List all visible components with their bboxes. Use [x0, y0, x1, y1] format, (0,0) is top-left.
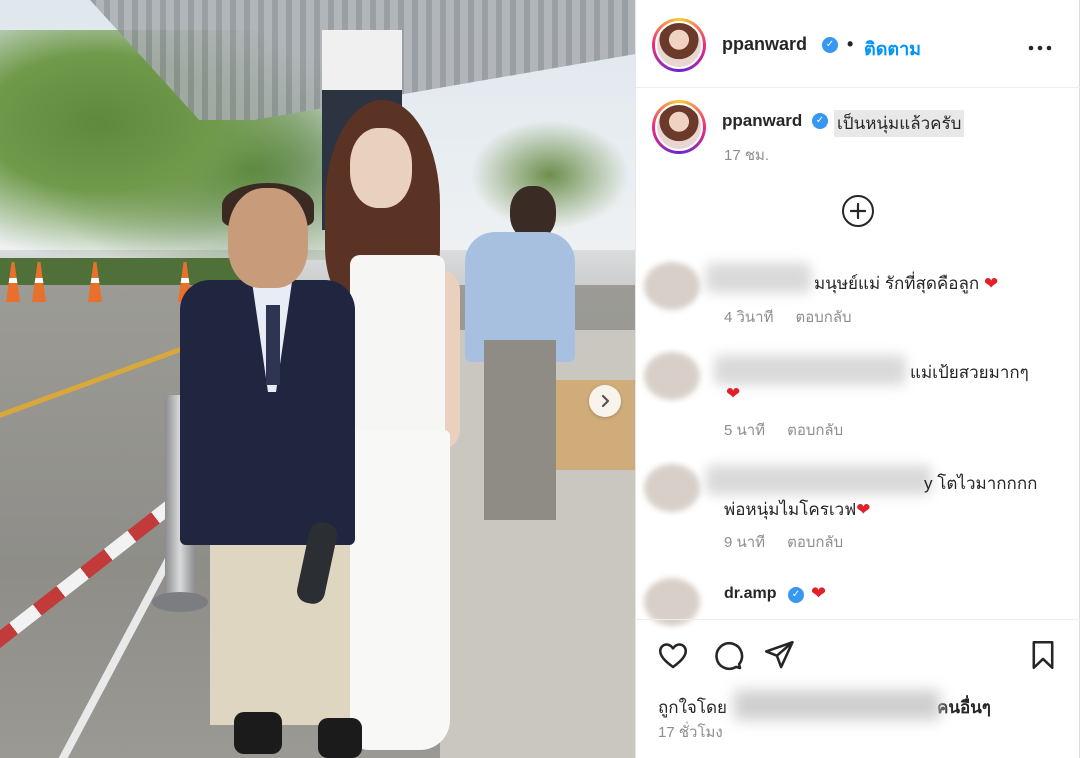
likes-others-link[interactable]: คนอื่นๆ	[937, 698, 991, 717]
post-photo	[0, 0, 636, 758]
heart-emoji-icon: ❤	[856, 500, 871, 519]
likes-usernames-blurred	[734, 690, 940, 720]
post-side-panel: ppanward ✓ • ติดตาม ppanward ✓ เป็นหนุ่ม…	[636, 0, 1080, 758]
post-time: 17 ชั่วโมง	[658, 724, 723, 741]
comment-time: 9 นาที	[724, 534, 766, 551]
chevron-right-icon	[601, 394, 610, 408]
next-photo-button[interactable]	[589, 385, 621, 417]
action-bar	[636, 632, 1080, 678]
send-icon	[764, 640, 794, 669]
commenter-avatar[interactable]	[644, 262, 700, 310]
caption-author-avatar[interactable]	[652, 100, 706, 154]
bookmark-icon	[1032, 640, 1054, 670]
boy-face	[228, 188, 308, 288]
boy-shoe	[318, 718, 362, 758]
comment-text-line2: พ่อหนุ่มไมโครเวฟ❤	[724, 500, 871, 519]
reply-button[interactable]: ตอบกลับ	[787, 534, 843, 551]
verified-badge-icon: ✓	[822, 37, 838, 53]
likes-prefix: ถูกใจโดย	[658, 698, 727, 717]
comment-text: แม่เป้ยสวยมากๆ	[910, 363, 1029, 382]
caption-time: 17 ชม.	[724, 147, 770, 164]
commenter-avatar[interactable]	[644, 464, 700, 512]
like-button[interactable]	[656, 638, 690, 672]
person-background-legs	[484, 340, 556, 520]
commenter-username[interactable]: dr.amp	[724, 585, 776, 603]
post-header: ppanward ✓ • ติดตาม	[636, 0, 1080, 88]
comment-time: 5 นาที	[724, 422, 766, 439]
heart-emoji-icon: ❤	[811, 583, 827, 603]
caption-author-username[interactable]: ppanward	[722, 111, 802, 131]
boy-shoe	[234, 712, 282, 754]
woman-face	[350, 128, 412, 208]
author-username[interactable]: ppanward	[722, 34, 807, 55]
comment-meta: 4 วินาที ตอบกลับ	[724, 305, 852, 329]
caption-text: เป็นหนุ่มแล้วครับ	[834, 110, 965, 137]
commenter-username-blurred	[706, 465, 931, 495]
follow-button[interactable]: ติดตาม	[864, 34, 921, 63]
heart-emoji-icon: ❤	[983, 274, 999, 293]
plus-circle-icon	[850, 203, 866, 219]
boy-tie	[266, 305, 280, 385]
verified-badge-icon: ✓	[812, 113, 828, 129]
load-more-comments-button[interactable]	[842, 195, 874, 227]
woman-pants	[340, 430, 450, 750]
reply-button[interactable]: ตอบกลับ	[787, 422, 843, 439]
woman-top	[350, 255, 445, 445]
commenter-avatar[interactable]	[644, 352, 700, 400]
comment-button[interactable]	[710, 638, 744, 672]
header-separator: •	[847, 34, 854, 54]
comment-text: มนุษย์แม่ รักที่สุดคือลูก ❤	[814, 274, 999, 293]
more-options-button[interactable]	[1028, 32, 1052, 58]
comment-icon	[715, 642, 744, 671]
commenter-username-blurred	[714, 355, 906, 385]
more-horizontal-icon	[1028, 45, 1052, 51]
comment-meta: 9 นาที ตอบกลับ	[724, 530, 843, 554]
reply-button[interactable]: ตอบกลับ	[796, 309, 852, 326]
comment-time: 4 วินาที	[724, 309, 774, 326]
author-avatar[interactable]	[652, 18, 706, 72]
commenter-username-blurred	[706, 263, 811, 293]
heart-emoji-icon: ❤	[726, 384, 741, 403]
actions-divider	[636, 619, 1080, 620]
comment-meta: 5 นาที ตอบกลับ	[724, 418, 843, 442]
verified-badge-icon: ✓	[788, 587, 804, 603]
share-button[interactable]	[762, 638, 796, 672]
save-button[interactable]	[1026, 638, 1060, 672]
photo-bollard-base	[152, 592, 208, 612]
heart-icon	[658, 643, 688, 669]
comment-text: y โตไวมากกกก	[924, 474, 1038, 493]
